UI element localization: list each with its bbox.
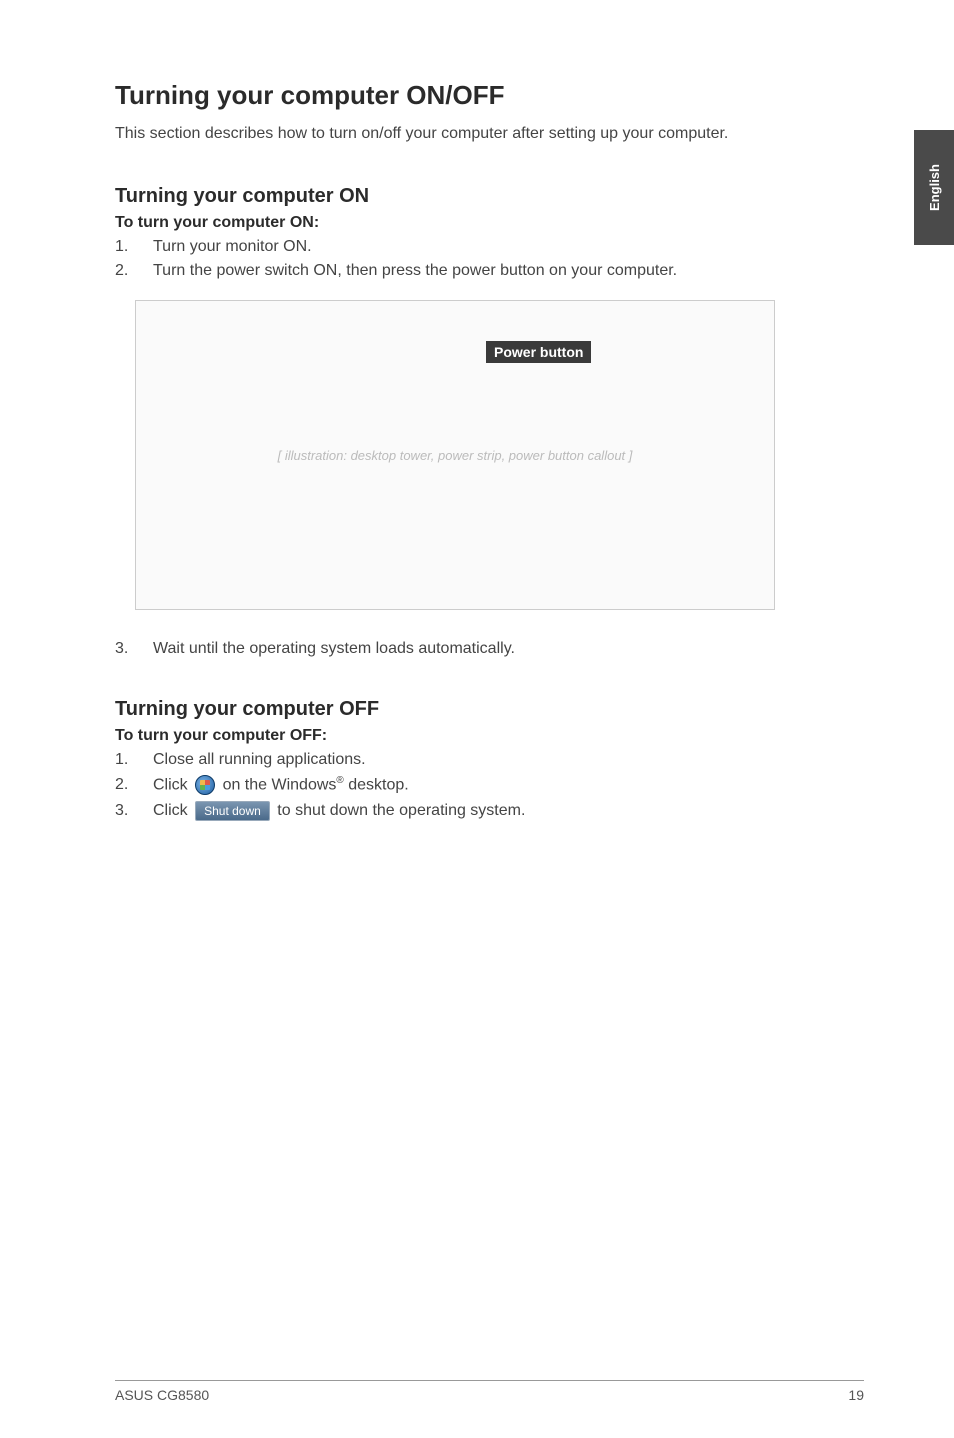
step-text: Turn your monitor ON.: [153, 238, 312, 256]
turn-on-steps: 1. Turn your monitor ON. 2. Turn the pow…: [115, 238, 864, 280]
step-number: 2.: [115, 776, 153, 794]
step-text: Wait until the operating system loads au…: [153, 640, 515, 658]
figure-placeholder-text: [ illustration: desktop tower, power str…: [278, 448, 633, 463]
step2-part-a: Click: [153, 776, 192, 793]
step-text: Click Shut down to shut down the operati…: [153, 801, 525, 821]
page-content: Turning your computer ON/OFF This sectio…: [0, 0, 954, 821]
step-number: 1.: [115, 751, 153, 769]
turn-off-steps: 1. Close all running applications. 2. Cl…: [115, 751, 864, 821]
language-label: English: [927, 164, 942, 211]
step2-part-b: on the Windows: [223, 776, 337, 793]
list-item: 3. Click Shut down to shut down the oper…: [115, 801, 864, 821]
page-footer: ASUS CG8580 19: [115, 1380, 864, 1403]
list-item: 2. Turn the power switch ON, then press …: [115, 262, 864, 280]
step-text: Click on the Windows® desktop.: [153, 775, 409, 795]
step-number: 3.: [115, 802, 153, 820]
turn-on-step3: 3. Wait until the operating system loads…: [115, 640, 864, 658]
list-item: 1. Close all running applications.: [115, 751, 864, 769]
turn-off-subheading: To turn your computer OFF:: [115, 727, 864, 745]
footer-model: ASUS CG8580: [115, 1387, 209, 1403]
step2-part-c: desktop.: [344, 776, 409, 793]
step-text: Close all running applications.: [153, 751, 366, 769]
step-number: 3.: [115, 640, 153, 658]
list-item: 3. Wait until the operating system loads…: [115, 640, 864, 658]
power-button-callout-label: Power button: [486, 341, 591, 363]
turn-on-heading: Turning your computer ON: [115, 185, 864, 208]
step-number: 1.: [115, 238, 153, 256]
list-item: 1. Turn your monitor ON.: [115, 238, 864, 256]
step-text: Turn the power switch ON, then press the…: [153, 262, 677, 280]
turn-on-subheading: To turn your computer ON:: [115, 214, 864, 232]
power-button-figure: [ illustration: desktop tower, power str…: [135, 300, 775, 610]
footer-page-number: 19: [848, 1387, 864, 1403]
step3-part-b: to shut down the operating system.: [277, 802, 525, 819]
step3-part-a: Click: [153, 802, 192, 819]
intro-text: This section describes how to turn on/of…: [115, 125, 864, 143]
turn-off-heading: Turning your computer OFF: [115, 698, 864, 721]
page-title: Turning your computer ON/OFF: [115, 80, 864, 111]
language-side-tab: English: [914, 130, 954, 245]
step-number: 2.: [115, 262, 153, 280]
list-item: 2. Click on the Windows® desktop.: [115, 775, 864, 795]
registered-mark: ®: [336, 775, 343, 786]
windows-start-orb-icon: [195, 775, 215, 795]
shutdown-button-icon: Shut down: [195, 801, 270, 821]
